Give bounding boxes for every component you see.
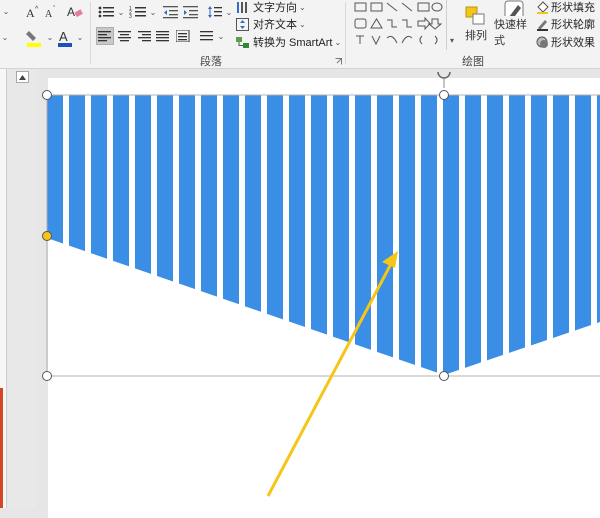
shape-fill-label: 形状填充 [551,2,595,14]
vertical-scrollbar[interactable] [8,69,36,508]
bullets-dropdown[interactable]: ⌄ [116,6,125,18]
slide-thumbnail-accent [0,388,3,508]
align-right-button[interactable] [136,27,154,45]
svg-text:A: A [67,5,75,19]
distributed-button[interactable] [174,27,192,45]
svg-text:^: ^ [35,6,39,13]
scroll-up-button[interactable] [16,71,29,83]
quick-styles-icon [504,0,524,16]
quick-styles-button[interactable]: 快速样式 [494,0,534,48]
shape-outline-label: 形状轮廓 [551,19,595,31]
shape-fill-icon [537,0,549,14]
svg-text:3: 3 [129,14,132,19]
text-direction-button[interactable]: 文字方向 ⌄ [236,0,306,14]
paragraph-dialog-launcher-icon[interactable] [335,56,342,65]
group-separator [90,2,91,64]
shape-effects-icon [536,36,548,48]
gallery-more-icon: ▾ [450,36,455,45]
bullets-icon[interactable] [96,4,116,20]
align-left-button[interactable] [96,27,114,45]
shape-outline-icon [537,19,548,31]
highlight-icon[interactable] [24,27,46,49]
columns-icon[interactable] [198,27,216,45]
align-text-icon [236,17,249,31]
svg-text:A: A [59,29,68,44]
line-spacing-dropdown[interactable]: ⌄ [224,6,233,18]
arrange-icon [465,6,485,25]
arrange-button[interactable]: 排列 [460,0,492,48]
shape-effects-button[interactable]: 形状效果 [536,35,595,49]
convert-smartart-button[interactable]: 转换为 SmartArt ⌄ [236,35,341,49]
font-color-icon[interactable]: A [56,27,76,49]
scroll-up-icon [19,74,26,80]
shapes-gallery-icon [354,2,443,46]
justify-button[interactable] [154,27,172,45]
shape-fill-button[interactable]: 形状填充 [536,0,595,14]
shape-effects-label: 形状效果 [551,37,595,49]
numbering-dropdown[interactable]: ⌄ [148,6,157,18]
shape-outline-button[interactable]: 形状轮廓 [536,17,595,31]
svg-text:ˇ: ˇ [53,6,56,13]
clear-format-icon[interactable]: A [66,3,84,21]
shapes-gallery[interactable] [352,0,444,50]
increase-indent-icon[interactable] [182,4,200,20]
quick-styles-label: 快速样式 [494,19,527,47]
align-text-button[interactable]: 对齐文本 ⌄ [236,17,306,31]
font-grow-icon[interactable]: A ^ [25,4,43,20]
text-case-dropdown[interactable]: ⌄ [0,30,9,44]
decrease-indent-icon[interactable] [162,4,180,20]
paragraph-group-label: 段落 [200,56,222,68]
convert-smartart-label: 转换为 SmartArt [253,37,333,49]
slide-canvas[interactable] [48,78,600,518]
highlight-dropdown[interactable]: ⌄ [45,31,54,43]
arrange-label: 排列 [465,30,487,42]
align-center-button[interactable] [116,27,134,45]
drawing-group-label: 绘图 [462,56,484,68]
font-color-dropdown[interactable]: ⌄ [75,31,84,43]
ribbon: ⌄ A ^ Aˇ A ⌄ ⌄ A ⌄ ⌄ 123 ⌄ ⌄ ⌄ 文字方向 ⌄ 对齐… [0,0,600,69]
font-size-dropdown-arrow[interactable]: ⌄ [0,4,10,18]
align-text-label: 对齐文本 [253,19,297,31]
font-shrink-icon[interactable]: Aˇ [44,4,60,20]
group-separator [345,2,346,64]
text-direction-icon [237,1,247,13]
shapes-gallery-scroll[interactable]: ▾ [446,0,457,50]
smartart-icon [236,36,249,48]
line-spacing-icon[interactable] [206,4,224,20]
text-direction-label: 文字方向 [253,2,297,14]
columns-dropdown[interactable]: ⌄ [216,30,225,42]
numbering-icon[interactable]: 123 [128,4,148,20]
svg-text:A: A [45,9,53,19]
svg-text:A: A [26,6,35,19]
